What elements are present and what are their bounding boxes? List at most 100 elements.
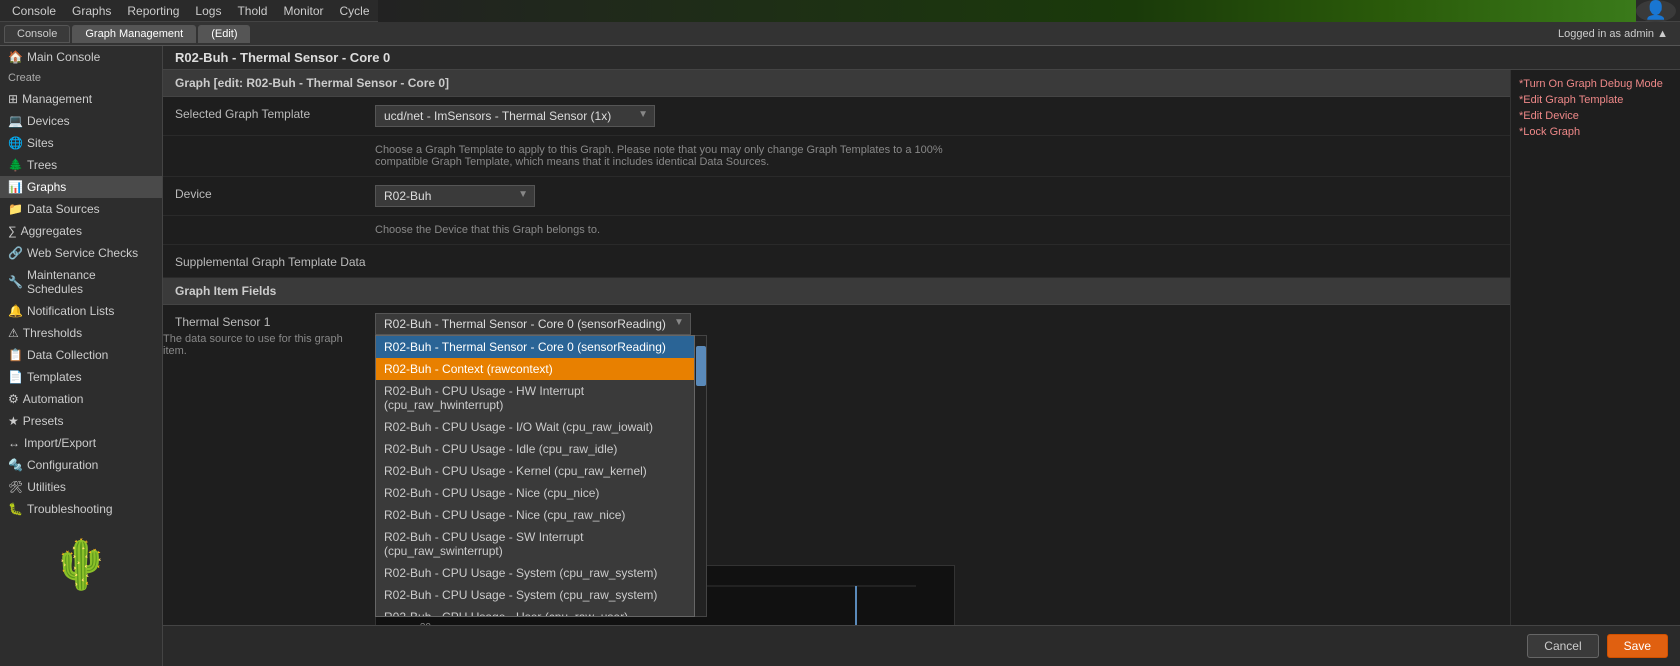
thermal-sensor-note: The data source to use for this graph it… xyxy=(163,333,363,357)
save-button[interactable]: Save xyxy=(1607,634,1668,658)
dropdown-list: R02-Buh - Thermal Sensor - Core 0 (senso… xyxy=(376,336,694,616)
device-row: Device R02-Buh xyxy=(163,177,1510,216)
graph-icon: 📊 xyxy=(8,180,23,194)
thermal-sensor-row: Thermal Sensor 1 R02-Buh - Thermal Senso… xyxy=(163,305,1510,666)
right-panel: *Turn On Graph Debug Mode *Edit Graph Te… xyxy=(1510,70,1680,666)
page-title: R02-Buh - Thermal Sensor - Core 0 xyxy=(163,46,1680,70)
dropdown-item-10[interactable]: R02-Buh - CPU Usage - System (cpu_raw_sy… xyxy=(376,584,694,606)
graph-template-note: Choose a Graph Template to apply to this… xyxy=(375,144,975,168)
nav-reporting[interactable]: Reporting xyxy=(119,2,187,20)
cactus-logo: 🌵 xyxy=(0,520,162,609)
device-note-row: Choose the Device that this Graph belong… xyxy=(163,216,1510,245)
auto-icon: ⚙ xyxy=(8,392,19,406)
dropdown-open-panel: R02-Buh - Thermal Sensor - Core 0 (senso… xyxy=(375,335,707,617)
edit-device-link[interactable]: *Edit Device xyxy=(1519,110,1672,122)
maint-icon: 🔧 xyxy=(8,275,23,289)
sidebar-item-templates[interactable]: 📄 Templates xyxy=(0,366,162,388)
sidebar-item-import-export[interactable]: ↔ Import/Export xyxy=(0,432,162,454)
tab-edit[interactable]: (Edit) xyxy=(198,25,250,43)
main-content: R02-Buh - Thermal Sensor - Core 0 Graph … xyxy=(163,46,1680,666)
scrollbar-thumb xyxy=(696,346,706,386)
trouble-icon: 🐛 xyxy=(8,502,23,516)
util-icon: 🛠 xyxy=(8,480,23,494)
layout: 🏠 Main Console Create ⊞ Management 💻 Dev… xyxy=(0,46,1680,666)
dropdown-item-7[interactable]: R02-Buh - CPU Usage - Nice (cpu_raw_nice… xyxy=(376,504,694,526)
nav-console[interactable]: Console xyxy=(4,2,64,20)
device-note: Choose the Device that this Graph belong… xyxy=(375,224,600,236)
cancel-button[interactable]: Cancel xyxy=(1527,634,1598,658)
dropdown-item-5[interactable]: R02-Buh - CPU Usage - Kernel (cpu_raw_ke… xyxy=(376,460,694,482)
sidebar-item-automation[interactable]: ⚙ Automation xyxy=(0,388,162,410)
edit-template-link[interactable]: *Edit Graph Template xyxy=(1519,94,1672,106)
tmpl-icon: 📄 xyxy=(8,370,23,384)
sidebar-main-console[interactable]: 🏠 Main Console xyxy=(0,46,162,68)
graph-item-fields-header: Graph Item Fields xyxy=(163,278,1510,305)
agg-icon: ∑ xyxy=(8,224,17,238)
imp-icon: ↔ xyxy=(8,436,20,450)
dropdown-item-3[interactable]: R02-Buh - CPU Usage - I/O Wait (cpu_raw_… xyxy=(376,416,694,438)
tab-console[interactable]: Console xyxy=(4,25,70,43)
lock-graph-link[interactable]: *Lock Graph xyxy=(1519,126,1672,138)
thermal-sensor-dropdown[interactable]: R02-Buh - Thermal Sensor - Core 0 (senso… xyxy=(375,313,691,335)
dropdown-item-1[interactable]: R02-Buh - Context (rawcontext) xyxy=(376,358,694,380)
sidebar-item-notification[interactable]: 🔔 Notification Lists xyxy=(0,300,162,322)
nav-graphs[interactable]: Graphs xyxy=(64,2,119,20)
grid-icon: ⊞ xyxy=(8,92,18,106)
thermal-sensor-label: Thermal Sensor 1 xyxy=(175,313,375,329)
notif-icon: 🔔 xyxy=(8,304,23,318)
sidebar-item-graphs[interactable]: 📊 Graphs xyxy=(0,176,162,198)
sidebar-item-devices[interactable]: 💻 Devices xyxy=(0,110,162,132)
dropdown-item-2[interactable]: R02-Buh - CPU Usage - HW Interrupt (cpu_… xyxy=(376,380,694,416)
bottom-bar: Cancel Save xyxy=(163,625,1680,666)
dropdown-item-9[interactable]: R02-Buh - CPU Usage - System (cpu_raw_sy… xyxy=(376,562,694,584)
sidebar-item-web-service[interactable]: 🔗 Web Service Checks xyxy=(0,242,162,264)
graph-template-label: Selected Graph Template xyxy=(175,105,375,121)
sidebar-item-utilities[interactable]: 🛠 Utilities xyxy=(0,476,162,498)
sidebar-item-sites[interactable]: 🌐 Sites xyxy=(0,132,162,154)
sidebar: 🏠 Main Console Create ⊞ Management 💻 Dev… xyxy=(0,46,163,666)
sidebar-item-configuration[interactable]: 🔩 Configuration xyxy=(0,454,162,476)
sidebar-item-data-sources[interactable]: 📁 Data Sources xyxy=(0,198,162,220)
dropdown-item-8[interactable]: R02-Buh - CPU Usage - SW Interrupt (cpu_… xyxy=(376,526,694,562)
graph-template-row: Selected Graph Template ucd/net - ImSens… xyxy=(163,97,1510,136)
sidebar-item-presets[interactable]: ★ Presets xyxy=(0,410,162,432)
sidebar-item-maintenance[interactable]: 🔧 Maintenance Schedules xyxy=(0,264,162,300)
sidebar-item-troubleshooting[interactable]: 🐛 Troubleshooting xyxy=(0,498,162,520)
dropdown-item-11[interactable]: R02-Buh - CPU Usage - User (cpu_raw_user… xyxy=(376,606,694,616)
dropdown-list-container: R02-Buh - Thermal Sensor - Core 0 (senso… xyxy=(375,335,695,617)
dropdown-item-0[interactable]: R02-Buh - Thermal Sensor - Core 0 (senso… xyxy=(376,336,694,358)
sidebar-item-management[interactable]: ⊞ Management xyxy=(0,88,162,110)
presets-icon: ★ xyxy=(8,414,19,428)
sidebar-item-aggregates[interactable]: ∑ Aggregates xyxy=(0,220,162,242)
supplemental-label: Supplemental Graph Template Data xyxy=(175,253,375,269)
dropdown-scrollbar[interactable] xyxy=(695,335,707,617)
device-dropdown[interactable]: R02-Buh xyxy=(375,185,535,207)
config-icon: 🔩 xyxy=(8,458,23,472)
tab-graph-management[interactable]: Graph Management xyxy=(72,25,196,43)
nav-logs[interactable]: Logs xyxy=(187,2,229,20)
sidebar-item-data-collection[interactable]: 📋 Data Collection xyxy=(0,344,162,366)
sidebar-item-thresholds[interactable]: ⚠ Thresholds xyxy=(0,322,162,344)
supplemental-row: Supplemental Graph Template Data xyxy=(163,245,1510,278)
sidebar-item-trees[interactable]: 🌲 Trees xyxy=(0,154,162,176)
top-nav: Console Graphs Reporting Logs Thold Moni… xyxy=(0,0,1680,22)
debug-mode-link[interactable]: *Turn On Graph Debug Mode xyxy=(1519,78,1672,90)
nav-cycle[interactable]: Cycle xyxy=(332,2,378,20)
device-icon: 💻 xyxy=(8,114,23,128)
graph-template-value: ucd/net - ImSensors - Thermal Sensor (1x… xyxy=(375,105,1498,127)
home-icon: 🏠 xyxy=(8,50,23,64)
graph-edit-header: Graph [edit: R02-Buh - Thermal Sensor - … xyxy=(163,70,1510,97)
dropdown-item-4[interactable]: R02-Buh - CPU Usage - Idle (cpu_raw_idle… xyxy=(376,438,694,460)
thresh-icon: ⚠ xyxy=(8,326,19,340)
collect-icon: 📋 xyxy=(8,348,23,362)
nav-monitor[interactable]: Monitor xyxy=(275,2,331,20)
device-label: Device xyxy=(175,185,375,201)
graph-template-note-row: Choose a Graph Template to apply to this… xyxy=(163,136,1510,177)
login-status: Logged in as admin ▲ xyxy=(1558,28,1676,40)
dropdown-item-6[interactable]: R02-Buh - CPU Usage - Nice (cpu_nice) xyxy=(376,482,694,504)
top-right-avatar: 👤 xyxy=(1636,0,1676,22)
nav-thold[interactable]: Thold xyxy=(229,2,275,20)
web-icon: 🔗 xyxy=(8,246,23,260)
data-icon: 📁 xyxy=(8,202,23,216)
graph-template-dropdown[interactable]: ucd/net - ImSensors - Thermal Sensor (1x… xyxy=(375,105,655,127)
